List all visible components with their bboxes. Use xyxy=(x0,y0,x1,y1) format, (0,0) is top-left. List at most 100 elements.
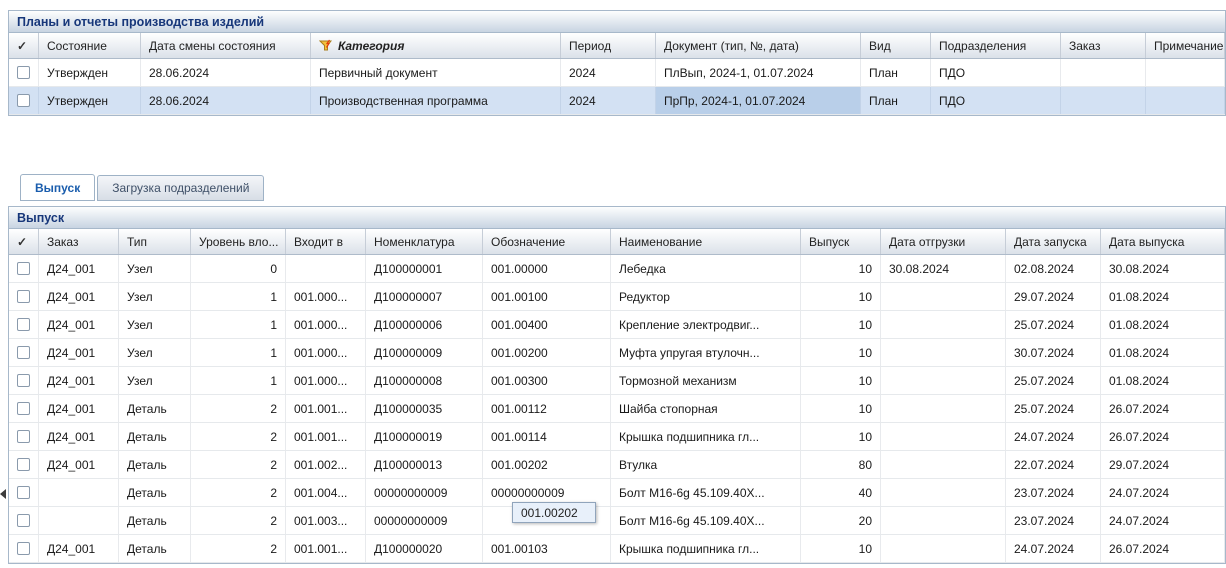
column-header-state[interactable]: Состояние xyxy=(39,33,141,58)
cell-release-date: 29.07.2024 xyxy=(1101,451,1225,478)
column-header-output[interactable]: Выпуск xyxy=(801,229,881,254)
row-checkbox[interactable] xyxy=(17,542,30,555)
output-table-row[interactable]: Д24_001Деталь2001.001...Д100000020001.00… xyxy=(9,535,1225,563)
cell-order xyxy=(39,479,119,506)
row-checkbox-cell xyxy=(9,283,39,310)
plans-table-row[interactable]: Утвержден28.06.2024Производственная прог… xyxy=(9,87,1225,115)
cell-name: Шайба стопорная xyxy=(611,395,801,422)
cell-category: Первичный документ xyxy=(311,59,561,86)
output-table-row[interactable]: Д24_001Деталь2001.002...Д100000013001.00… xyxy=(9,451,1225,479)
output-panel-header: Выпуск xyxy=(9,207,1225,229)
cell-nomenclature: Д100000020 xyxy=(366,535,483,562)
cell-parent: 001.002... xyxy=(286,451,366,478)
output-table-row[interactable]: Д24_001Узел1001.000...Д100000009001.0020… xyxy=(9,339,1225,367)
row-checkbox[interactable] xyxy=(17,262,30,275)
row-checkbox[interactable] xyxy=(17,66,30,79)
column-header-ship-date[interactable]: Дата отгрузки xyxy=(881,229,1006,254)
cell-release-date: 26.07.2024 xyxy=(1101,395,1225,422)
check-all-icon: ✓ xyxy=(17,39,27,53)
cell-level: 0 xyxy=(191,255,286,282)
row-checkbox[interactable] xyxy=(17,94,30,107)
cell-launch-date: 30.07.2024 xyxy=(1006,339,1101,366)
cell-release-date: 26.07.2024 xyxy=(1101,535,1225,562)
output-table-row[interactable]: Д24_001Узел1001.000...Д100000008001.0030… xyxy=(9,367,1225,395)
cell-name: Редуктор xyxy=(611,283,801,310)
row-checkbox-cell xyxy=(9,451,39,478)
row-checkbox[interactable] xyxy=(17,346,30,359)
column-header-order[interactable]: Заказ xyxy=(39,229,119,254)
cell-period: 2024 xyxy=(561,87,656,114)
column-header-type[interactable]: Тип xyxy=(119,229,191,254)
row-checkbox[interactable] xyxy=(17,318,30,331)
cell-output: 80 xyxy=(801,451,881,478)
cell-divisions: ПДО xyxy=(931,59,1061,86)
plans-panel-title: Планы и отчеты производства изделий xyxy=(17,15,264,29)
tab[interactable]: Выпуск xyxy=(20,174,95,201)
cell-name: Муфта упругая втулочн... xyxy=(611,339,801,366)
cell-release-date: 26.07.2024 xyxy=(1101,423,1225,450)
output-table-row[interactable]: Деталь2001.003...00000000009Болт М16-6g … xyxy=(9,507,1225,535)
cell-ship-date xyxy=(881,367,1006,394)
splitter-collapse-arrow[interactable] xyxy=(0,489,6,499)
tab[interactable]: Загрузка подразделений xyxy=(97,175,264,201)
cell-order: Д24_001 xyxy=(39,367,119,394)
column-header-check[interactable]: ✓ xyxy=(9,33,39,58)
output-table-row[interactable]: Д24_001Деталь2001.001...Д100000035001.00… xyxy=(9,395,1225,423)
cell-ship-date xyxy=(881,339,1006,366)
column-header-parent[interactable]: Входит в xyxy=(286,229,366,254)
column-header-level[interactable]: Уровень вло... xyxy=(191,229,286,254)
cell-output: 10 xyxy=(801,535,881,562)
output-table-row[interactable]: Д24_001Узел0Д100000001001.00000Лебедка10… xyxy=(9,255,1225,283)
cell-divisions: ПДО xyxy=(931,87,1061,114)
column-header-document[interactable]: Документ (тип, №, дата) xyxy=(656,33,861,58)
column-header-check[interactable]: ✓ xyxy=(9,229,39,254)
cell-level: 2 xyxy=(191,535,286,562)
output-table-row[interactable]: Д24_001Деталь2001.001...Д100000019001.00… xyxy=(9,423,1225,451)
cell-name: Крышка подшипника гл... xyxy=(611,423,801,450)
cell-level: 2 xyxy=(191,451,286,478)
cell-designation: 001.00200 xyxy=(483,339,611,366)
column-header-state-date[interactable]: Дата смены состояния xyxy=(141,33,311,58)
cell-ship-date: 30.08.2024 xyxy=(881,255,1006,282)
cell-parent: 001.000... xyxy=(286,339,366,366)
cell-order: Д24_001 xyxy=(39,451,119,478)
row-checkbox[interactable] xyxy=(17,430,30,443)
cell-order: Д24_001 xyxy=(39,283,119,310)
row-checkbox[interactable] xyxy=(17,486,30,499)
column-header-category[interactable]: Категория xyxy=(311,33,561,58)
cell-name: Крышка подшипника гл... xyxy=(611,535,801,562)
cell-nomenclature: 00000000009 xyxy=(366,479,483,506)
row-checkbox[interactable] xyxy=(17,458,30,471)
cell-ship-date xyxy=(881,395,1006,422)
row-checkbox-cell xyxy=(9,367,39,394)
output-table-row[interactable]: Д24_001Узел1001.000...Д100000006001.0040… xyxy=(9,311,1225,339)
cell-level: 2 xyxy=(191,507,286,534)
column-header-order[interactable]: Заказ xyxy=(1061,33,1146,58)
cell-designation: 001.00300 xyxy=(483,367,611,394)
column-header-kind[interactable]: Вид xyxy=(861,33,931,58)
cell-ship-date xyxy=(881,451,1006,478)
cell-parent: 001.001... xyxy=(286,395,366,422)
output-table-row[interactable]: Д24_001Узел1001.000...Д100000007001.0010… xyxy=(9,283,1225,311)
cell-release-date: 01.08.2024 xyxy=(1101,367,1225,394)
cell-output: 10 xyxy=(801,367,881,394)
cell-order: Д24_001 xyxy=(39,255,119,282)
cell-level: 2 xyxy=(191,395,286,422)
row-checkbox-cell xyxy=(9,479,39,506)
column-header-period[interactable]: Период xyxy=(561,33,656,58)
column-header-note[interactable]: Примечание xyxy=(1146,33,1225,58)
row-checkbox[interactable] xyxy=(17,402,30,415)
column-header-divisions[interactable]: Подразделения xyxy=(931,33,1061,58)
column-header-nomenclature[interactable]: Номенклатура xyxy=(366,229,483,254)
row-checkbox[interactable] xyxy=(17,514,30,527)
column-header-release-date[interactable]: Дата выпуска xyxy=(1101,229,1225,254)
plans-table-row[interactable]: Утвержден28.06.2024Первичный документ202… xyxy=(9,59,1225,87)
output-table-row[interactable]: Деталь2001.004...0000000000900000000009Б… xyxy=(9,479,1225,507)
column-header-launch-date[interactable]: Дата запуска xyxy=(1006,229,1101,254)
cell-state: Утвержден xyxy=(39,59,141,86)
row-checkbox[interactable] xyxy=(17,290,30,303)
row-checkbox[interactable] xyxy=(17,374,30,387)
column-header-name[interactable]: Наименование xyxy=(611,229,801,254)
row-checkbox-cell xyxy=(9,311,39,338)
column-header-designation[interactable]: Обозначение xyxy=(483,229,611,254)
